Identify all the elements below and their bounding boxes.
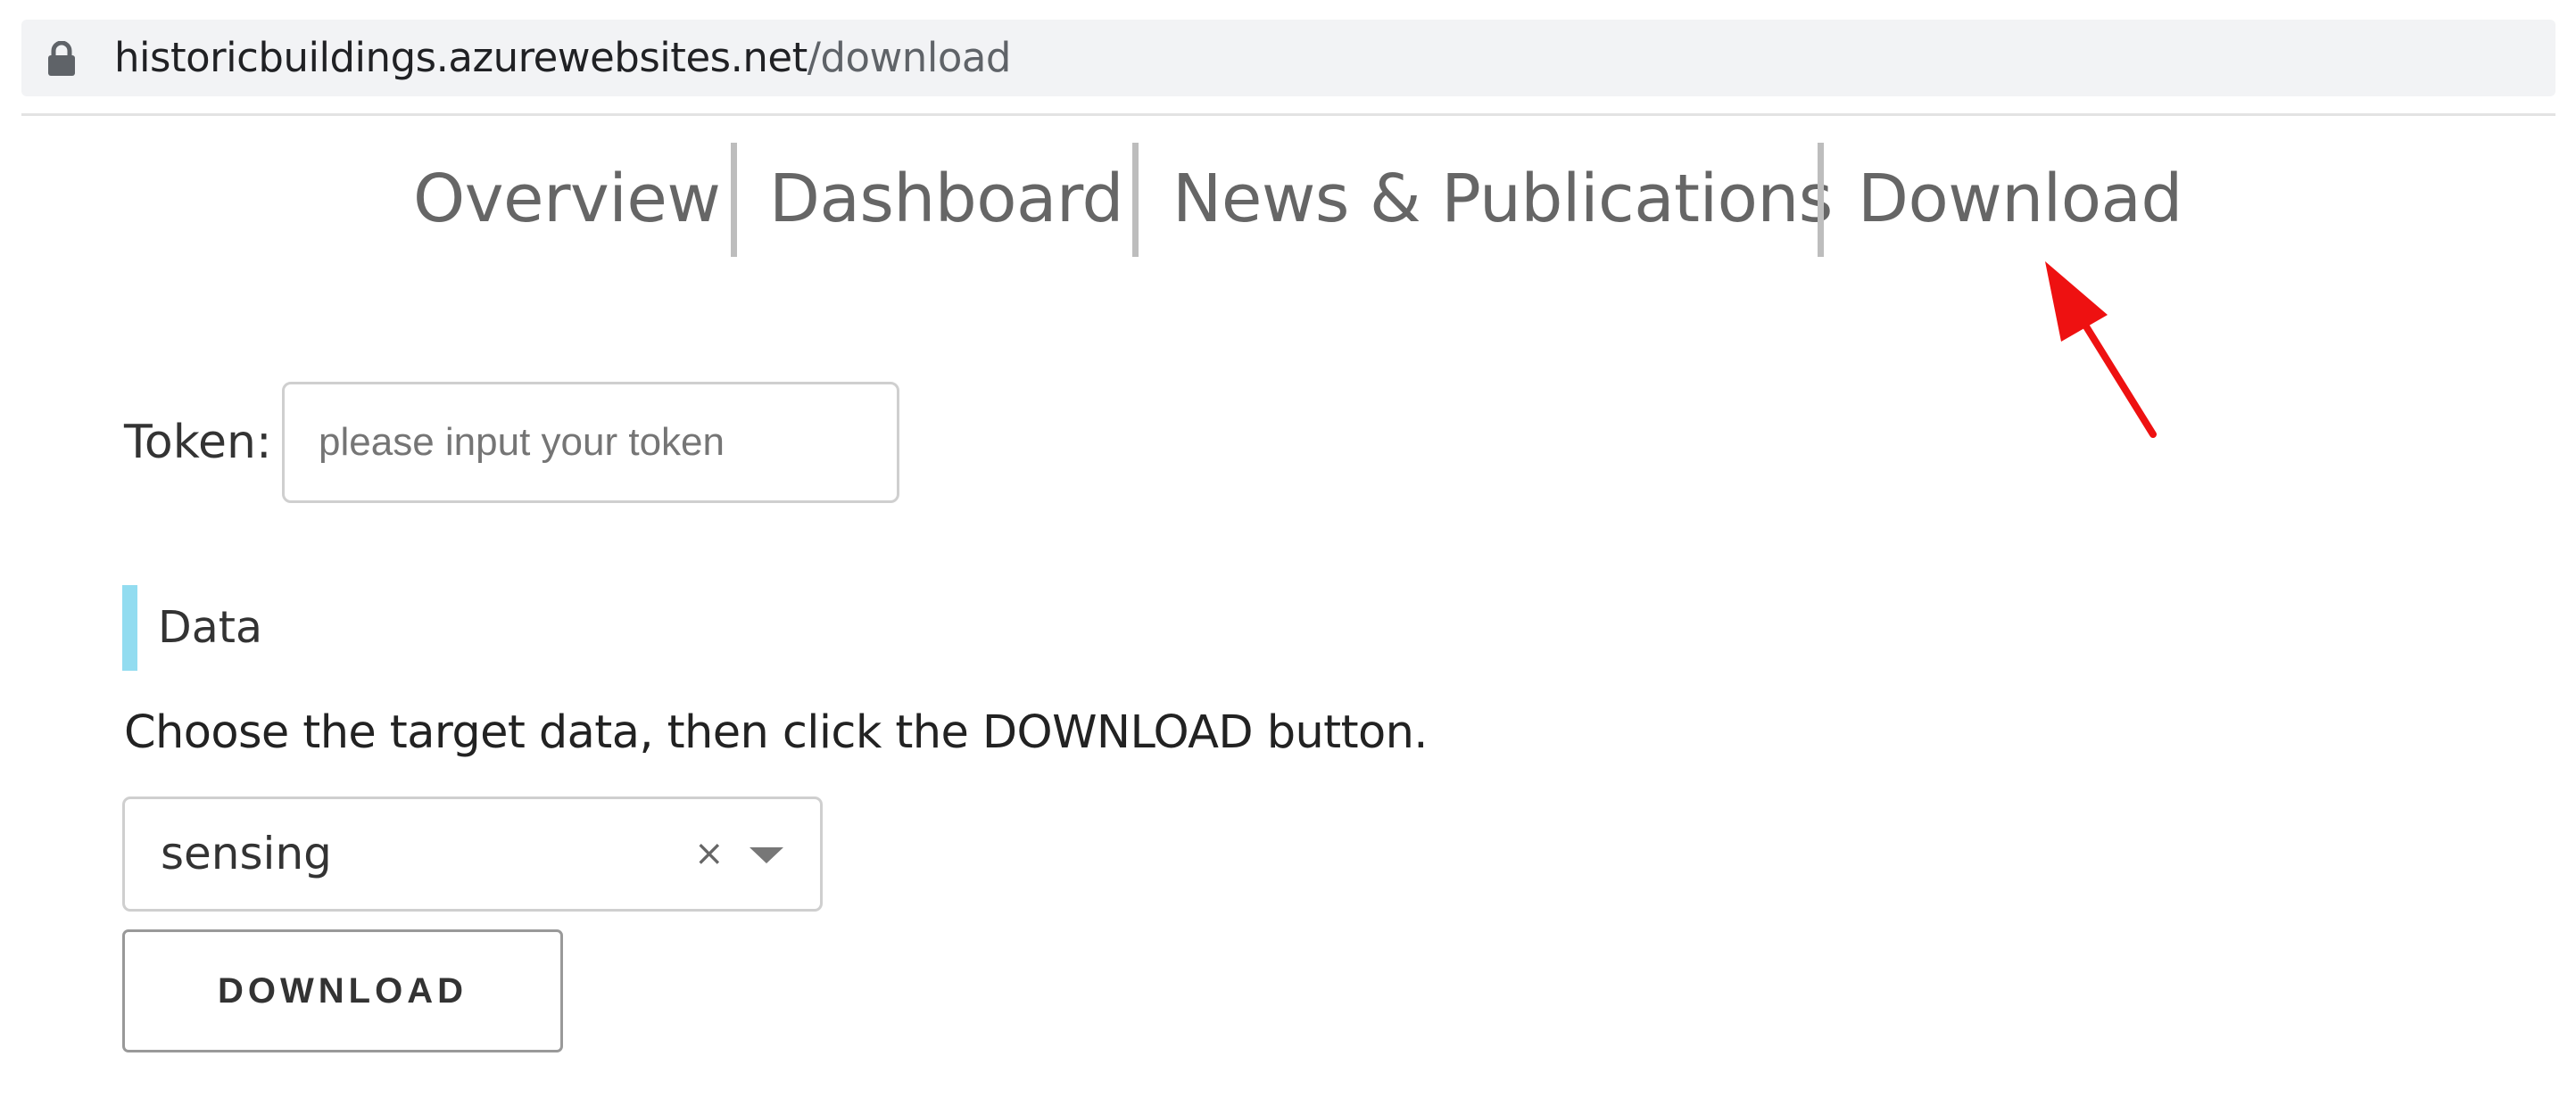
token-label: Token:	[124, 416, 272, 469]
url-host: historicbuildings.azurewebsites.net	[114, 34, 808, 81]
data-instructions: Choose the target data, then click the D…	[124, 706, 1429, 759]
download-button[interactable]: DOWNLOAD	[122, 929, 563, 1052]
lock-icon[interactable]	[46, 40, 77, 77]
url-path: /download	[807, 34, 1012, 81]
top-nav: Overview Dashboard News & Publications D…	[0, 141, 2576, 257]
nav-item-download[interactable]: Download	[1858, 141, 2183, 257]
page: historicbuildings.azurewebsites.net/down…	[0, 0, 2576, 1106]
arrow-icon	[2045, 261, 2157, 438]
nav-separator	[1818, 143, 1824, 257]
nav-item-dashboard[interactable]: Dashboard	[769, 141, 1123, 257]
section-accent-bar	[122, 585, 137, 671]
token-input[interactable]	[282, 382, 899, 503]
nav-separator	[731, 143, 737, 257]
address-bar[interactable]: historicbuildings.azurewebsites.net/down…	[21, 20, 2555, 96]
nav-item-overview[interactable]: Overview	[413, 141, 721, 257]
nav-item-news-publications[interactable]: News & Publications	[1172, 141, 1833, 257]
data-select[interactable]: sensing ×	[122, 796, 823, 912]
address-bar-divider	[21, 113, 2555, 116]
data-section-title: Data	[158, 602, 262, 653]
url-text[interactable]: historicbuildings.azurewebsites.net/down…	[114, 20, 1012, 96]
close-icon[interactable]: ×	[694, 799, 725, 909]
nav-separator	[1132, 143, 1139, 257]
chevron-down-icon[interactable]	[750, 847, 783, 863]
data-select-value: sensing	[161, 828, 332, 879]
